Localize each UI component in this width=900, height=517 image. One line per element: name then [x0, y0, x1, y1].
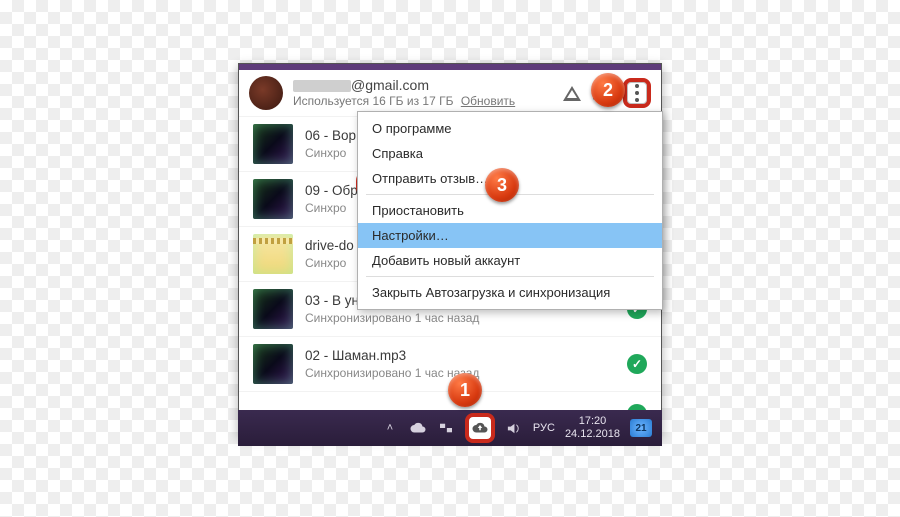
- onedrive-tray-icon[interactable]: [409, 419, 427, 437]
- file-thumbnail: [253, 124, 293, 164]
- file-thumbnail: [253, 344, 293, 384]
- email-suffix: @gmail.com: [351, 77, 429, 93]
- more-menu-button[interactable]: [623, 78, 651, 108]
- clock-date: 24.12.2018: [565, 428, 620, 441]
- clock-time: 17:20: [565, 415, 620, 428]
- callout-1: 1: [448, 373, 482, 407]
- drive-icon[interactable]: [561, 82, 583, 104]
- header-text: @gmail.com Используется 16 ГБ из 17 ГБ О…: [293, 76, 561, 110]
- file-status: Синхронизировано 1 час назад: [305, 310, 615, 326]
- overflow-menu: О программе Справка Отправить отзыв… При…: [357, 111, 663, 310]
- menu-item-add-account[interactable]: Добавить новый аккаунт: [358, 248, 662, 273]
- language-indicator[interactable]: РУС: [533, 422, 555, 434]
- action-center-icon[interactable]: 21: [630, 419, 652, 437]
- synced-check-icon: ✓: [627, 354, 647, 374]
- file-thumbnail: [253, 179, 293, 219]
- file-thumbnail-zip: [253, 234, 293, 274]
- menu-item-about[interactable]: О программе: [358, 116, 662, 141]
- file-thumbnail: [253, 289, 293, 329]
- callout-3: 3: [485, 168, 519, 202]
- storage-line: Используется 16 ГБ из 17 ГБ Обновить: [293, 94, 561, 110]
- redacted-name: [293, 80, 351, 92]
- taskbar: ˄ РУС 17:20 24.12.2018 21: [238, 410, 662, 446]
- menu-separator: [366, 276, 654, 277]
- taskbar-clock[interactable]: 17:20 24.12.2018: [565, 415, 620, 440]
- volume-icon[interactable]: [505, 419, 523, 437]
- menu-item-quit[interactable]: Закрыть Автозагрузка и синхронизация: [358, 280, 662, 305]
- menu-item-pause[interactable]: Приостановить: [358, 198, 662, 223]
- tray-expand-icon[interactable]: ˄: [381, 419, 399, 437]
- menu-item-settings[interactable]: Настройки…: [358, 223, 662, 248]
- avatar: [249, 76, 283, 110]
- google-backup-tray-icon[interactable]: [465, 413, 495, 443]
- notif-count: 21: [635, 423, 646, 434]
- network-icon[interactable]: [437, 419, 455, 437]
- file-name: 02 - Шаман.mp3: [305, 347, 615, 365]
- storage-text: Используется 16 ГБ из 17 ГБ: [293, 94, 453, 108]
- callout-2: 2: [591, 73, 625, 107]
- account-email: @gmail.com: [293, 76, 561, 94]
- menu-item-help[interactable]: Справка: [358, 141, 662, 166]
- refresh-link[interactable]: Обновить: [461, 94, 515, 108]
